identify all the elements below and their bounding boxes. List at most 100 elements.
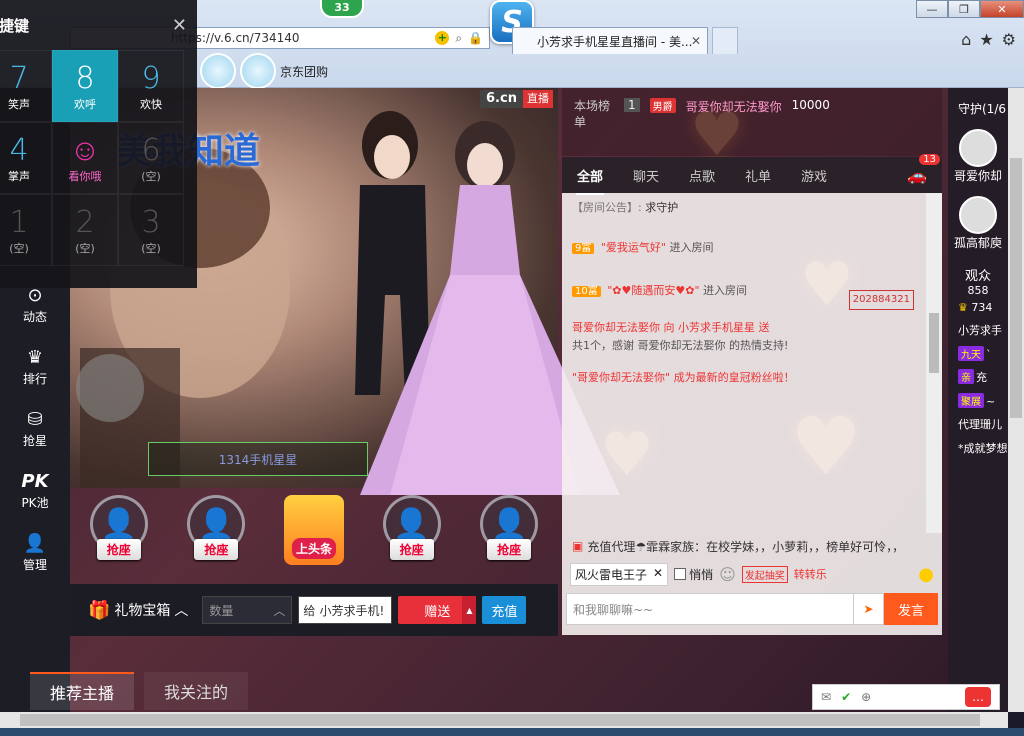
close-icon[interactable]: ✕: [172, 15, 187, 36]
shortcut-key[interactable]: 2 (空): [52, 194, 118, 266]
notification-badge[interactable]: 33: [320, 0, 364, 18]
key-number: 9: [141, 60, 161, 96]
page-horizontal-scrollbar[interactable]: [0, 712, 1008, 728]
audience-user[interactable]: 小芳求手: [948, 318, 1008, 342]
avatar[interactable]: [959, 196, 997, 234]
headline-seat[interactable]: 上头条: [279, 495, 349, 575]
car-button[interactable]: 🚗 13: [892, 153, 942, 185]
send-gift-label: 赠送: [424, 604, 451, 620]
egg-icon[interactable]: ●: [918, 564, 934, 585]
maximize-button[interactable]: ❐: [948, 0, 980, 18]
chat-recipient-select[interactable]: 风火雷电王子 ✕: [570, 562, 669, 586]
seat[interactable]: 👤 抢座: [181, 495, 251, 575]
recipient-field[interactable]: 给 小芳求手机!: [298, 596, 393, 624]
seat-row: 👤 抢座 👤 抢座 上头条 👤 抢座 👤 抢座: [70, 490, 558, 580]
gear-icon[interactable]: ⚙: [1002, 30, 1016, 49]
message-user[interactable]: "爱我运气好": [601, 241, 666, 254]
message-user[interactable]: 哥爱你却无法娶你: [572, 321, 660, 334]
close-button[interactable]: ✕: [980, 0, 1024, 18]
favorite-link[interactable]: 京东团购: [280, 63, 328, 80]
tab-following[interactable]: 我关注的: [144, 672, 248, 710]
whisper-checkbox[interactable]: 悄悄: [674, 566, 713, 583]
audience-user[interactable]: ♛ 734: [948, 297, 1008, 318]
user-tag: 亲: [958, 369, 974, 384]
emoji-icon[interactable]: ☺: [719, 565, 736, 584]
recharge-button[interactable]: 充值: [482, 596, 527, 624]
mail-icon[interactable]: ✉: [821, 690, 831, 704]
audience-user[interactable]: 九天 `: [948, 342, 1008, 365]
tab-games[interactable]: 游戏: [786, 166, 842, 185]
guard-item[interactable]: 孤高郁庾: [948, 196, 1008, 251]
tab-gifts[interactable]: 礼单: [730, 166, 786, 185]
tab-all[interactable]: 全部: [562, 166, 618, 195]
shortcut-key[interactable]: 4 掌声: [0, 122, 52, 194]
shortcut-key[interactable]: 7 笑声: [0, 50, 52, 122]
home-icon[interactable]: ⌂: [961, 30, 971, 49]
lock-icon: 🔒: [468, 30, 483, 45]
chat-bubble-icon[interactable]: …: [965, 687, 991, 707]
seat[interactable]: 👤 抢座: [84, 495, 154, 575]
shortcut-key[interactable]: 1 (空): [0, 194, 52, 266]
search-icon[interactable]: ⌕: [455, 31, 462, 46]
grab-seat-button[interactable]: 抢座: [194, 539, 239, 560]
shortcut-key[interactable]: 3 (空): [118, 194, 184, 266]
audience-user[interactable]: 亲充: [948, 365, 1008, 389]
send-dropdown-icon[interactable]: ▲: [462, 596, 477, 624]
audience-user[interactable]: *成就梦想: [948, 436, 1008, 460]
quantity-select[interactable]: 数量 ︿: [202, 596, 293, 624]
rank-user[interactable]: 哥爱你却无法娶你: [686, 98, 782, 115]
tab-songs[interactable]: 点歌: [674, 166, 730, 185]
zoom-icon[interactable]: ⊕: [861, 690, 871, 704]
grab-seat-button[interactable]: 抢座: [96, 539, 141, 560]
send-plane-icon[interactable]: ➤: [854, 593, 884, 625]
bubble-icon[interactable]: [240, 53, 276, 89]
check-icon[interactable]: ✔: [841, 690, 851, 704]
scroll-thumb[interactable]: [20, 714, 980, 726]
close-icon[interactable]: ✕: [653, 566, 663, 583]
tab-chat[interactable]: 聊天: [618, 166, 674, 185]
headline-badge[interactable]: 上头条: [283, 495, 344, 565]
scroll-thumb[interactable]: [929, 313, 939, 373]
chat-scrollbar[interactable]: [926, 193, 942, 533]
seat[interactable]: 👤 抢座: [474, 495, 544, 575]
shortcut-title: 快捷键: [0, 16, 30, 35]
turntable-button[interactable]: 转转乐: [794, 566, 827, 582]
minimize-button[interactable]: —: [916, 0, 948, 18]
seat[interactable]: 👤 抢座: [377, 495, 447, 575]
grab-seat-button[interactable]: 抢座: [389, 539, 434, 560]
sidebar-item-pk[interactable]: PK PK池: [0, 460, 70, 522]
scroll-thumb[interactable]: [1010, 158, 1022, 418]
bubble-icon[interactable]: [200, 53, 236, 89]
guard-item[interactable]: 哥爱你却: [948, 129, 1008, 184]
gift-box-button[interactable]: 🎁 礼物宝箱 ︿: [88, 600, 188, 621]
audience-user[interactable]: 代理珊儿: [948, 412, 1008, 436]
tab-active[interactable]: 小芳求手机星星直播间 - 美... ✕: [512, 27, 708, 54]
avatar[interactable]: [959, 129, 997, 167]
message-user[interactable]: "✿♥随遇而安♥✿": [607, 284, 699, 297]
send-gift-button[interactable]: 赠送 ▲: [398, 596, 477, 624]
shortcut-key[interactable]: 6 (空): [118, 122, 184, 194]
message-user[interactable]: "哥爱你却无法娶你": [572, 371, 670, 384]
chat-input[interactable]: 和我聊聊嘛~~: [566, 593, 854, 625]
url-text[interactable]: https://v.6.cn/734140: [171, 31, 435, 45]
addon-plus-icon[interactable]: +: [435, 30, 450, 45]
shortcut-key[interactable]: 9 欢快: [118, 50, 184, 122]
new-tab-button[interactable]: [712, 27, 738, 54]
shortcut-key[interactable]: ☺ 看你哦: [52, 122, 118, 194]
sidebar-item-rank[interactable]: ♛ 排行: [0, 336, 70, 398]
key-number: 2: [75, 204, 95, 240]
tab-close-icon[interactable]: ✕: [691, 34, 701, 48]
chat-input-row: 和我聊聊嘛~~ ➤ 发言: [566, 593, 938, 625]
sidebar-item-manage[interactable]: 👤 管理: [0, 522, 70, 584]
audience-user[interactable]: 聚展 ~: [948, 389, 1008, 412]
shortcut-key[interactable]: 8 欢呼: [52, 50, 118, 122]
tab-recommended[interactable]: 推荐主播: [30, 672, 134, 710]
grab-seat-button[interactable]: 抢座: [487, 539, 532, 560]
lottery-button[interactable]: 发起抽奖: [741, 565, 788, 583]
star-icon[interactable]: ★: [979, 30, 993, 49]
post-button[interactable]: 发言: [884, 593, 938, 625]
checkbox-box[interactable]: [674, 568, 687, 580]
sidebar-item-grab-star[interactable]: ⛁ 抢星: [0, 398, 70, 460]
page-vertical-scrollbar[interactable]: [1008, 88, 1024, 712]
rank-position: 1: [624, 98, 640, 112]
